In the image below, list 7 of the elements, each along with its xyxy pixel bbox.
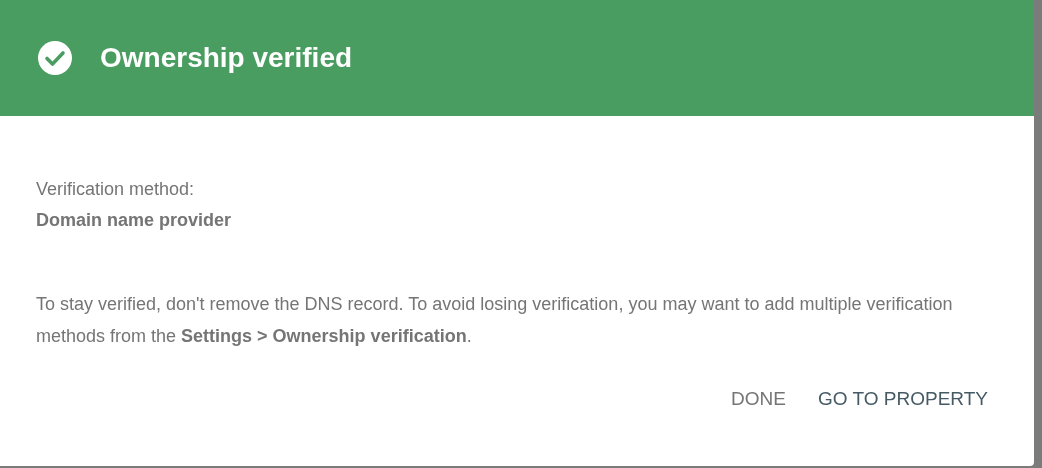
done-button[interactable]: DONE [723, 382, 794, 416]
dialog-title: Ownership verified [100, 42, 353, 74]
method-value: Domain name provider [36, 209, 233, 232]
method-label: Verification method: [36, 178, 196, 201]
check-circle-icon [38, 41, 72, 75]
go-to-property-button[interactable]: GO TO PROPERTY [810, 382, 996, 416]
message-text: To stay verified, don't remove the DNS record. To avoid losing verification, you may want to add multiple verification methods from the Settings > Ownership verification. [36, 293, 954, 348]
